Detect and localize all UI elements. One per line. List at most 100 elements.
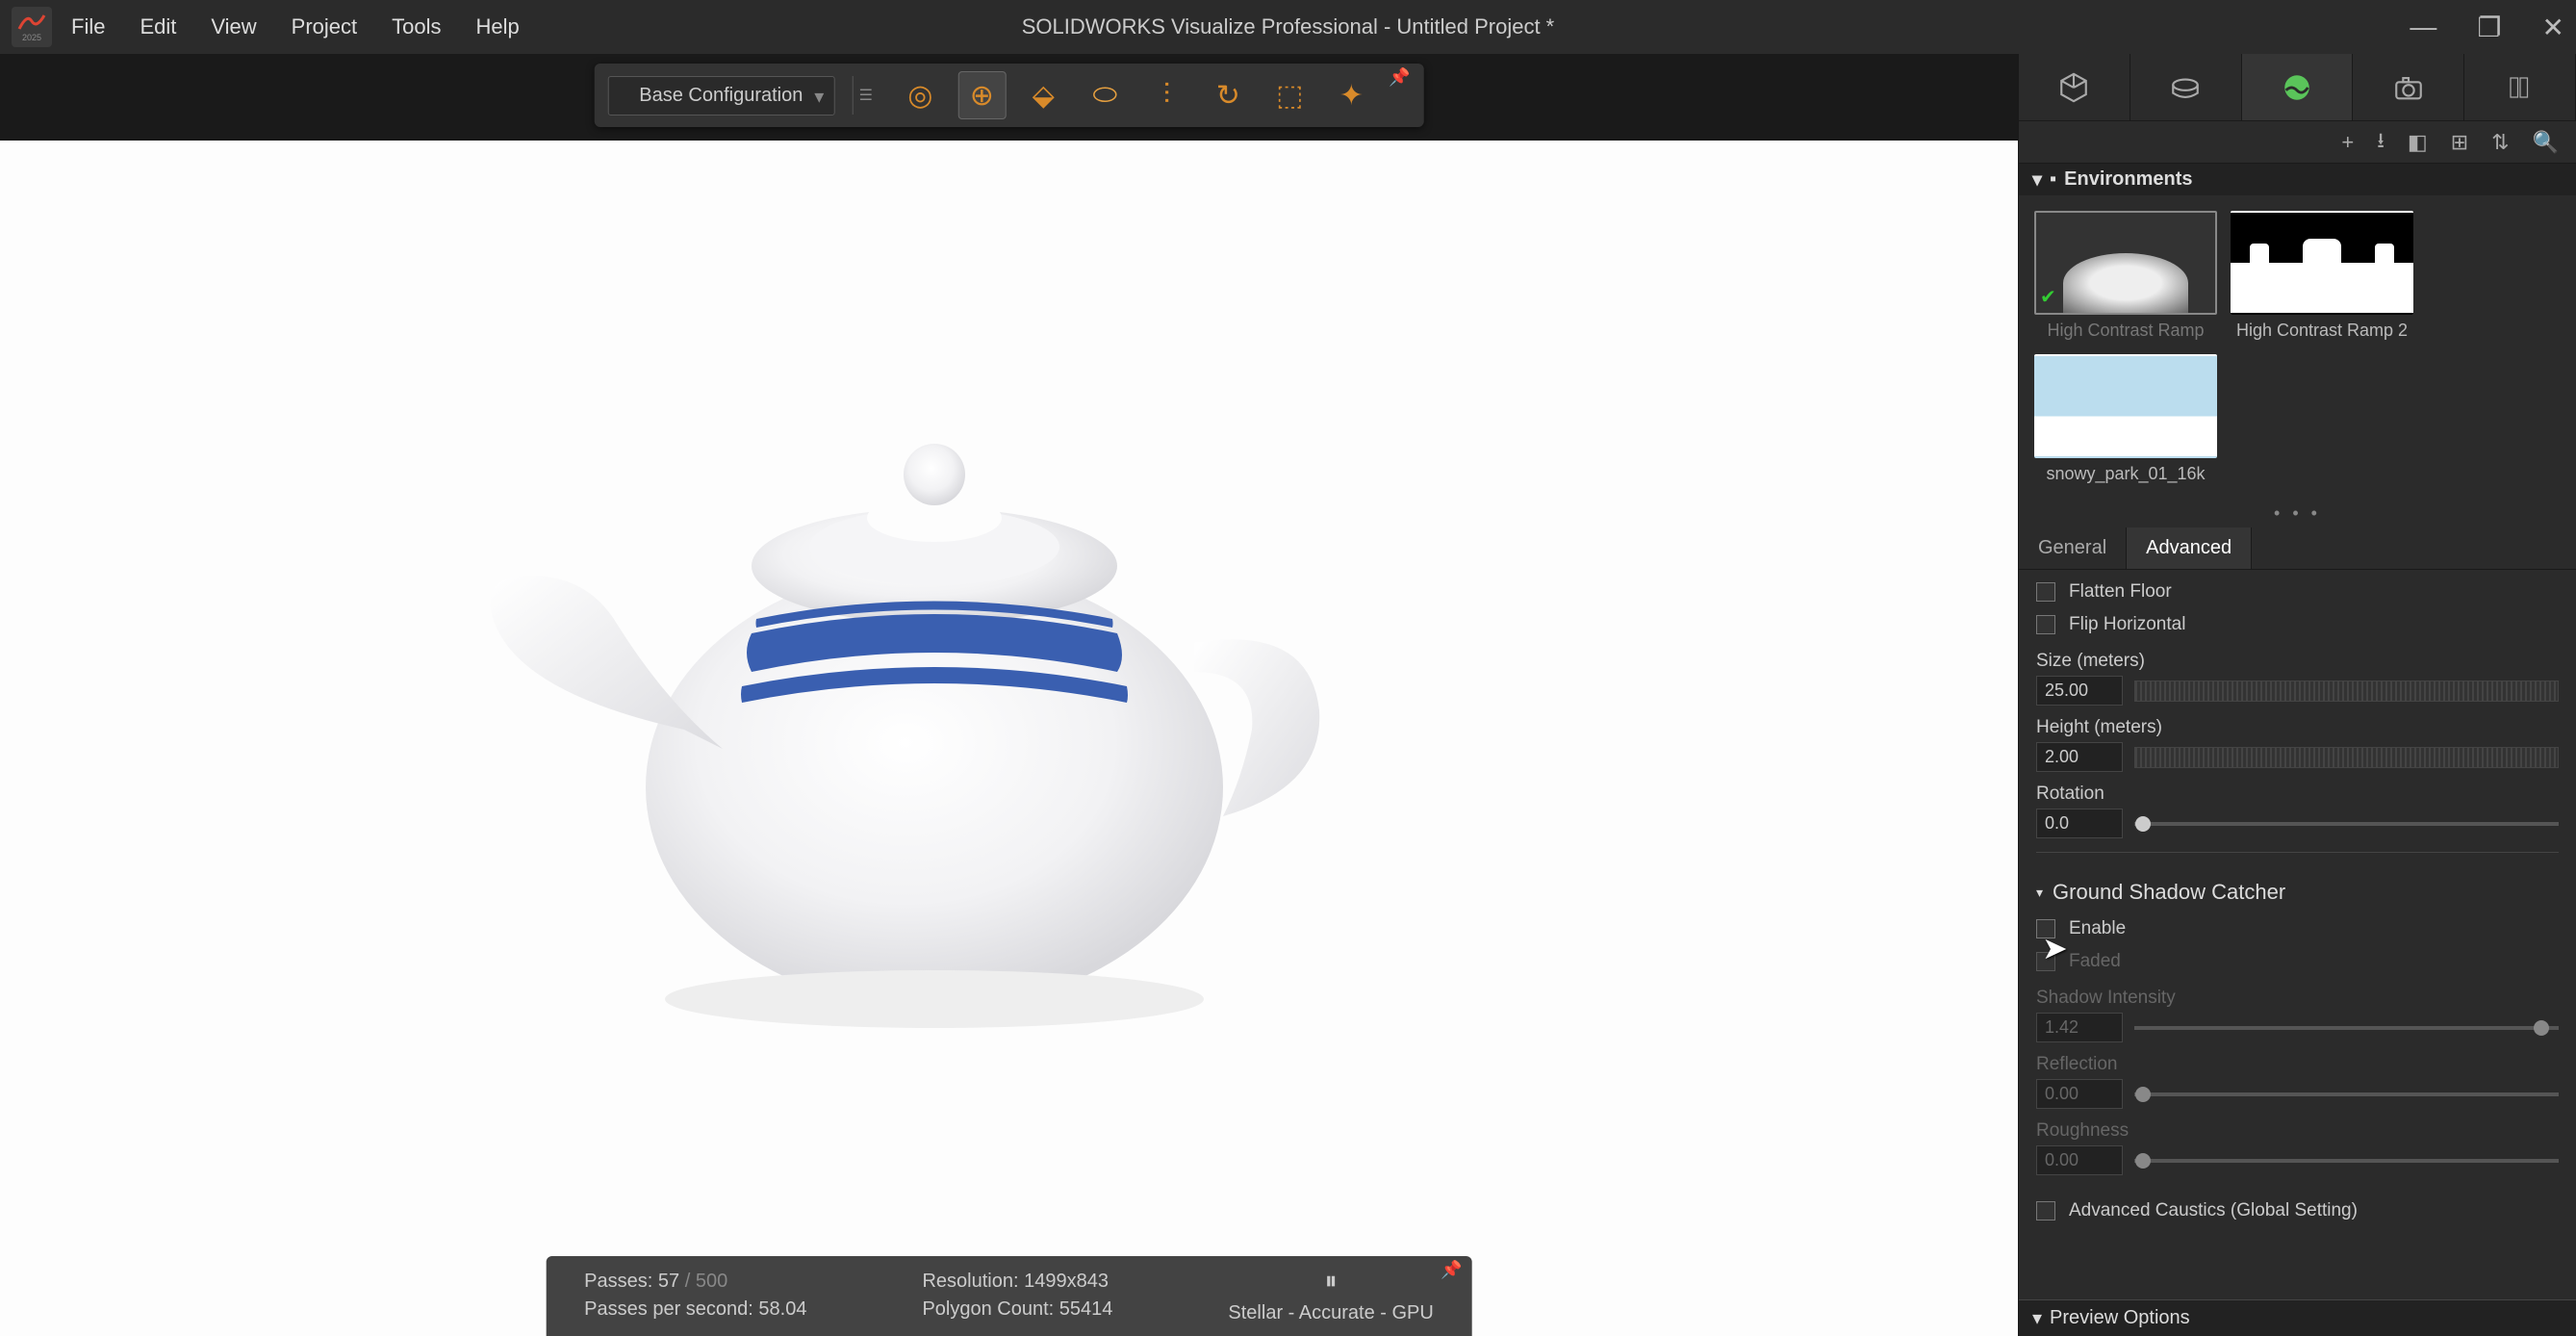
menu-edit[interactable]: Edit [140,14,176,39]
height-input[interactable]: 2.00 [2036,742,2123,772]
reflection-slider [2134,1092,2559,1096]
add-icon[interactable]: + [2341,130,2354,155]
env-item-3[interactable]: snowy_park_01_16k [2034,354,2217,484]
faded-label: Faded [2069,951,2121,972]
title-bar: 2025 File Edit View Project Tools Help S… [0,0,2576,54]
env-thumb-3 [2034,354,2217,458]
rotation-input[interactable]: 0.0 [2036,809,2123,838]
render-view[interactable] [0,141,2018,1336]
flatten-floor-row[interactable]: Flatten Floor [2036,576,2559,608]
enable-label: Enable [2069,918,2126,939]
roughness-slider [2134,1159,2559,1163]
advanced-caustics-label: Advanced Caustics (Global Setting) [2069,1200,2358,1221]
advanced-caustics-checkbox[interactable] [2036,1201,2055,1220]
shadow-intensity-input: 1.42 [2036,1013,2123,1042]
ground-shadow-header[interactable]: ▾ Ground Shadow Catcher [2036,866,2559,912]
resolution-text: Resolution: 1499x843 [922,1271,1112,1293]
close-button[interactable]: ✕ [2542,12,2564,43]
panel-toolbar: + ⭳ ◧ ⊞ ⇅ 🔍 [2019,121,2576,164]
maximize-button[interactable]: ❐ [2477,12,2501,43]
list-icon[interactable]: ☰ [852,76,879,115]
viewport-area: Base Configuration ☰ ◎ ⊕ ⬙ ⬭ ⫶ ↻ ⬚ ✦ 📌 [0,54,2018,1336]
app-logo: 2025 [12,7,52,47]
enable-row[interactable]: Enable ➤ [2036,912,2559,945]
height-slider[interactable] [2134,747,2559,768]
flip-horizontal-checkbox[interactable] [2036,615,2055,634]
env-item-1[interactable]: ✔ High Contrast Ramp [2034,211,2217,341]
collapse-arrow-icon: ▾ [2032,1306,2042,1330]
viewport-toolbar: Base Configuration ☰ ◎ ⊕ ⬙ ⬭ ⫶ ↻ ⬚ ✦ 📌 [594,64,1424,127]
shadow-intensity-label: Shadow Intensity [2036,988,2559,1009]
flatten-floor-label: Flatten Floor [2069,581,2172,603]
menu-project[interactable]: Project [292,14,357,39]
teapot-render [395,325,1454,1076]
env-label-2: High Contrast Ramp 2 [2231,321,2413,341]
search-icon[interactable]: 🔍 [2533,130,2559,155]
pause-icon[interactable]: ⏸ [1325,1266,1338,1297]
axes-icon[interactable]: ⫶ [1142,71,1190,119]
flip-horizontal-row[interactable]: Flip Horizontal [2036,608,2559,641]
env-item-2[interactable]: High Contrast Ramp 2 [2231,211,2413,341]
height-label: Height (meters) [2036,717,2559,738]
tab-general[interactable]: General [2019,527,2127,569]
polycount-text: Polygon Count: 55414 [922,1298,1112,1321]
roughness-label: Roughness [2036,1120,2559,1142]
split-icon[interactable]: ◧ [2408,130,2428,155]
preview-options-header[interactable]: ▾ Preview Options [2019,1299,2576,1336]
menu-tools[interactable]: Tools [392,14,441,39]
env-thumb-1: ✔ [2034,211,2217,315]
tab-camera-icon[interactable] [2353,54,2464,120]
env-label-3: snowy_park_01_16k [2034,464,2217,484]
pps-text: Passes per second: 58.04 [584,1298,806,1321]
shadow-intensity-slider [2134,1026,2559,1030]
reflection-label: Reflection [2036,1054,2559,1075]
enable-checkbox[interactable] [2036,919,2055,938]
menu-file[interactable]: File [71,14,105,39]
export-icon[interactable]: ⭳ [2377,124,2385,161]
sort-icon[interactable]: ⇅ [2491,130,2509,155]
status-pin-icon[interactable]: 📌 [1441,1260,1462,1280]
tab-model-icon[interactable] [2019,54,2130,120]
wand-icon[interactable]: ✦ [1327,71,1375,119]
configuration-select[interactable]: Base Configuration [607,76,834,116]
env-label-1: High Contrast Ramp [2034,321,2217,341]
menu-view[interactable]: View [211,14,256,39]
tab-advanced[interactable]: Advanced [2127,527,2252,569]
cylinder-icon[interactable]: ⬭ [1081,71,1129,119]
window-title: SOLIDWORKS Visualize Professional - Unti… [1022,14,1554,39]
collapse-arrow-icon: ▾ [2036,885,2043,901]
size-input[interactable]: 25.00 [2036,676,2123,706]
renderer-text: Stellar - Accurate - GPU [1228,1302,1433,1324]
check-icon: ✔ [2040,285,2056,309]
faded-checkbox [2036,952,2055,971]
flatten-floor-checkbox[interactable] [2036,582,2055,602]
tab-scene-icon[interactable] [2242,54,2354,120]
tab-library-icon[interactable] [2464,54,2576,120]
roughness-input: 0.00 [2036,1145,2123,1175]
stack-icon[interactable]: ⬙ [1019,71,1067,119]
menu-help[interactable]: Help [476,14,520,39]
size-label: Size (meters) [2036,651,2559,672]
passes-text: Passes: 57 / 500 [584,1271,806,1293]
properties-panel: Flatten Floor Flip Horizontal Size (mete… [2019,570,2576,1299]
minimize-button[interactable]: — [2410,12,2436,43]
property-tabs: General Advanced [2019,527,2576,570]
box-icon[interactable]: ⬚ [1265,71,1314,119]
tab-appearance-icon[interactable] [2130,54,2242,120]
reload-icon[interactable]: ↻ [1204,71,1252,119]
window-controls: — ❐ ✕ [2410,12,2564,43]
rotation-slider[interactable] [2134,822,2559,826]
pin-icon[interactable]: 📌 [1389,67,1410,88]
main-menu: File Edit View Project Tools Help [71,14,520,39]
rotation-label: Rotation [2036,784,2559,805]
faded-row: Faded [2036,945,2559,978]
resize-grip-icon[interactable]: • • • [2019,500,2576,527]
target-icon[interactable]: ◎ [896,71,944,119]
reflection-input: 0.00 [2036,1079,2123,1109]
globe-icon[interactable]: ⊕ [957,71,1006,119]
advanced-caustics-row[interactable]: Advanced Caustics (Global Setting) [2036,1195,2559,1227]
size-slider[interactable] [2134,681,2559,702]
status-bar: 📌 Passes: 57 / 500 Passes per second: 58… [546,1256,1472,1336]
environments-header[interactable]: ▾ ▪ Environments [2019,164,2576,195]
grid-icon[interactable]: ⊞ [2451,130,2468,155]
